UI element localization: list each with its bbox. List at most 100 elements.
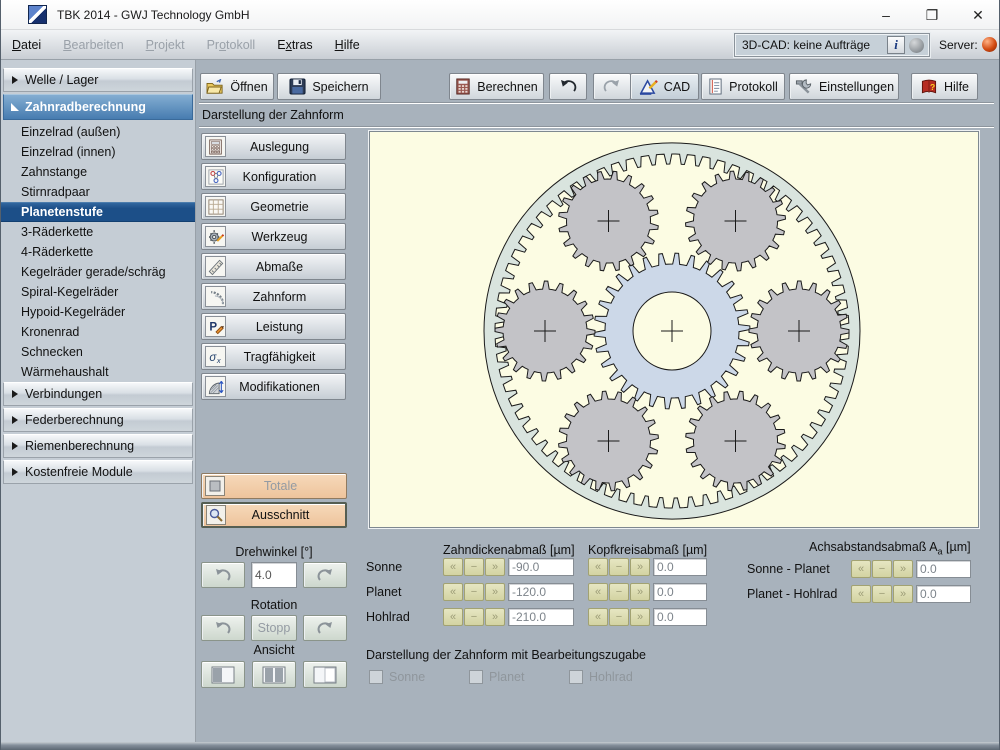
nav-auslegung-button[interactable]: Auslegung	[201, 133, 346, 160]
menu-item-datei[interactable]: Datei	[1, 30, 52, 60]
sidebar-section-riemenberechnung[interactable]: Riemenberechnung	[3, 434, 193, 458]
hilfe-button[interactable]: ? Hilfe	[911, 73, 978, 100]
increment-fast-button[interactable]: »	[630, 583, 650, 601]
nav-geometrie-button[interactable]: Geometrie	[201, 193, 346, 220]
sidebar-section-kostenfreie-module[interactable]: Kostenfreie Module	[3, 460, 193, 484]
checkbox-planet[interactable]	[469, 670, 483, 684]
sidebar-item-4-r-derkette[interactable]: 4-Räderkette	[1, 242, 195, 262]
increment-fast-button[interactable]: »	[485, 583, 505, 601]
achsabstand-input-sonne-planet[interactable]	[916, 560, 971, 578]
-ffnen-button[interactable]: Öffnen	[200, 73, 274, 100]
decrement-fast-button[interactable]: «	[443, 608, 463, 626]
achsabstand-input-planet-hohlrad[interactable]	[916, 585, 971, 603]
decrement-fast-button[interactable]: «	[851, 560, 871, 578]
nav-button-label: Konfiguration	[242, 169, 317, 184]
close-button[interactable]: ✕	[955, 0, 999, 30]
ausschnitt-button[interactable]: Ausschnitt	[201, 502, 347, 528]
decrement-fast-button[interactable]: «	[443, 558, 463, 576]
sidebar-item-kronenrad[interactable]: Kronenrad	[1, 322, 195, 342]
sidebar-section-zahnradberechnung[interactable]: Zahnradberechnung	[3, 94, 193, 120]
sidebar-item-hypoid-kegelr-der[interactable]: Hypoid-Kegelräder	[1, 302, 195, 322]
nav-werkzeug-button[interactable]: Werkzeug	[201, 223, 346, 250]
drehwinkel-input[interactable]	[251, 562, 297, 588]
increment-fast-button[interactable]: »	[893, 585, 913, 603]
decrement-button[interactable]: −	[609, 608, 629, 626]
decrement-fast-button[interactable]: «	[443, 583, 463, 601]
sidebar-section-welle-lager[interactable]: Welle / Lager	[3, 68, 193, 92]
increment-fast-button[interactable]: »	[630, 558, 650, 576]
increment-fast-button[interactable]: »	[630, 608, 650, 626]
gear-drawing-canvas[interactable]	[369, 131, 979, 528]
menu-item-bearbeiten[interactable]: Bearbeiten	[52, 30, 134, 60]
menu-item-protokoll[interactable]: Protokoll	[196, 30, 267, 60]
sidebar: Welle / Lager Zahnradberechnung Einzelrad …	[1, 60, 196, 744]
rotation-cw-button[interactable]	[303, 615, 347, 641]
menu-item-hilfe[interactable]: Hilfe	[324, 30, 371, 60]
stopp-button[interactable]: Stopp	[251, 615, 297, 641]
decrement-button[interactable]: −	[872, 560, 892, 578]
decrement-fast-button[interactable]: «	[588, 558, 608, 576]
decrement-fast-button[interactable]: «	[588, 583, 608, 601]
increment-fast-button[interactable]: »	[893, 560, 913, 578]
checkbox-sonne[interactable]	[369, 670, 383, 684]
kopfkreis-input-hohlrad[interactable]	[653, 608, 707, 626]
menu-item-projekt[interactable]: Projekt	[135, 30, 196, 60]
sidebar-item-schnecken[interactable]: Schnecken	[1, 342, 195, 362]
nav-modifikationen-button[interactable]: Modifikationen	[201, 373, 346, 400]
nav-leistung-button[interactable]: P Leistung	[201, 313, 346, 340]
info-button[interactable]: i	[887, 36, 905, 54]
decrement-button[interactable]: −	[464, 558, 484, 576]
sidebar-item-3-r-derkette[interactable]: 3-Räderkette	[1, 222, 195, 242]
einstellungen-button[interactable]: Einstellungen	[789, 73, 899, 100]
sidebar-section-verbindungen[interactable]: Verbindungen	[3, 382, 193, 406]
decrement-button[interactable]: −	[464, 608, 484, 626]
nav-konfiguration-button[interactable]: Konfiguration	[201, 163, 346, 190]
nav-zahnform-button[interactable]: Zahnform	[201, 283, 346, 310]
decrement-button[interactable]: −	[464, 583, 484, 601]
totale-button[interactable]: Totale	[201, 473, 347, 499]
rotate-left-button[interactable]	[201, 562, 245, 588]
zahndicke-input-hohlrad[interactable]	[508, 608, 574, 626]
sidebar-item-einzelrad-innen-[interactable]: Einzelrad (innen)	[1, 142, 195, 162]
undo-button[interactable]	[549, 73, 587, 100]
nav-abmasse-button[interactable]: Abmaße	[201, 253, 346, 280]
sidebar-item-einzelrad-au-en-[interactable]: Einzelrad (außen)	[1, 122, 195, 142]
nav-tragfaehigkeit-button[interactable]: σ x Tragfähigkeit	[201, 343, 346, 370]
menu-item-extras[interactable]: Extras	[266, 30, 323, 60]
decrement-button[interactable]: −	[872, 585, 892, 603]
zahndicke-input-planet[interactable]	[508, 583, 574, 601]
minimize-button[interactable]: –	[863, 0, 909, 30]
sidebar-item-w-rmehaushalt[interactable]: Wärmehaushalt	[1, 362, 195, 382]
cad-button[interactable]: CAD	[630, 73, 699, 100]
sidebar-section-federberechnung[interactable]: Federberechnung	[3, 408, 193, 432]
rotate-right-button[interactable]	[303, 562, 347, 588]
view-full-button[interactable]	[303, 661, 347, 688]
sidebar-item-planetenstufe[interactable]: Planetenstufe	[1, 202, 195, 222]
decrement-fast-button[interactable]: «	[588, 608, 608, 626]
view-split-left-button[interactable]	[201, 661, 245, 688]
maximize-button[interactable]: ❐	[909, 0, 955, 30]
kopfkreis-input-sonne[interactable]	[653, 558, 707, 576]
sidebar-item-kegelr-der-gerade-schr-g[interactable]: Kegelräder gerade/schräg	[1, 262, 195, 282]
rotation-ccw-button[interactable]	[201, 615, 245, 641]
decrement-fast-button[interactable]: «	[851, 585, 871, 603]
sidebar-item-spiral-kegelr-der[interactable]: Spiral-Kegelräder	[1, 282, 195, 302]
decrement-button[interactable]: −	[609, 583, 629, 601]
geometrie-icon	[205, 196, 226, 217]
berechnen-button[interactable]: Berechnen	[449, 73, 544, 100]
view-split-both-button[interactable]	[252, 661, 296, 688]
decrement-button[interactable]: −	[609, 558, 629, 576]
kopfkreis-input-planet[interactable]	[653, 583, 707, 601]
zahndicke-input-sonne[interactable]	[508, 558, 574, 576]
increment-fast-button[interactable]: »	[485, 608, 505, 626]
sidebar-item-zahnstange[interactable]: Zahnstange	[1, 162, 195, 182]
checkbox-hohlrad[interactable]	[569, 670, 583, 684]
increment-fast-button[interactable]: »	[485, 558, 505, 576]
sidebar-item-stirnradpaar[interactable]: Stirnradpaar	[1, 182, 195, 202]
redo-button[interactable]	[593, 73, 631, 100]
speichern-button[interactable]: Speichern	[277, 73, 381, 100]
protokoll-button[interactable]: Protokoll	[701, 73, 785, 100]
toolbar-button-label: Protokoll	[729, 79, 778, 94]
rotate-left-icon	[213, 568, 233, 582]
protocol-icon	[708, 78, 723, 95]
